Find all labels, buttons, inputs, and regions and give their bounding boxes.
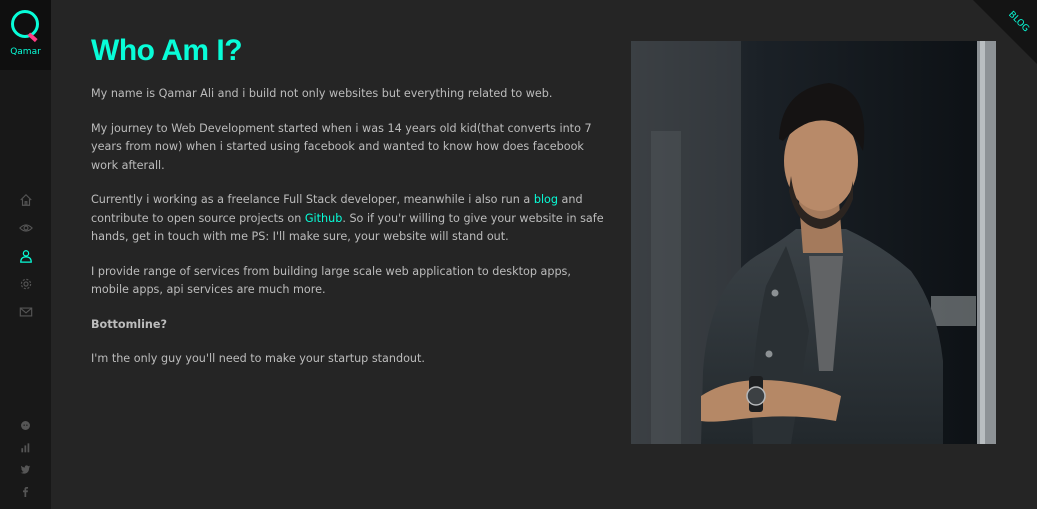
social-github[interactable] [0, 414, 51, 436]
nav-about-me[interactable] [0, 242, 51, 270]
closing-paragraph: I'm the only guy you'll need to make you… [91, 352, 425, 365]
current-work-paragraph: Currently i working as a freelance Full … [91, 191, 609, 247]
user-icon [19, 250, 32, 263]
main-nav [0, 186, 51, 326]
services-paragraph: I provide range of services from buildin… [91, 264, 571, 297]
eye-icon [18, 224, 33, 232]
logo-tail [27, 32, 38, 42]
intro-paragraph: My name is Qamar Ali and i build not onl… [91, 87, 553, 100]
stats-icon [21, 442, 30, 452]
blog-link[interactable]: blog [534, 193, 558, 206]
home-icon [19, 193, 32, 206]
social-twitter[interactable] [0, 458, 51, 480]
logo-q-icon [11, 10, 39, 38]
sidebar: Qamar [0, 0, 51, 509]
social-stats[interactable] [0, 436, 51, 458]
social-links [0, 414, 51, 502]
envelope-icon [19, 307, 32, 317]
nav-home[interactable] [0, 186, 51, 214]
nav-settings[interactable] [0, 270, 51, 298]
logo[interactable]: Qamar [0, 0, 51, 70]
blog-ribbon-triangle [973, 0, 1037, 64]
nav-contact[interactable] [0, 298, 51, 326]
github-link[interactable]: Github [305, 212, 342, 225]
logo-name: Qamar [10, 47, 41, 57]
github-icon [21, 420, 30, 430]
blog-ribbon[interactable]: BLOG [973, 0, 1037, 64]
profile-photo [631, 41, 996, 444]
social-facebook[interactable] [0, 480, 51, 502]
facebook-icon [23, 486, 29, 497]
page-title: Who Am I? [91, 34, 243, 67]
nav-about-eye[interactable] [0, 214, 51, 242]
about-section: Who Am I? My name is Qamar Ali and i bui… [91, 34, 609, 385]
gear-icon [20, 278, 31, 290]
journey-paragraph: My journey to Web Development started wh… [91, 121, 592, 172]
profile-photo-illustration [631, 41, 996, 444]
bottomline-heading: Bottomline? [91, 317, 167, 331]
current-work-text-1: Currently i working as a freelance Full … [91, 193, 534, 206]
twitter-icon [20, 464, 31, 474]
